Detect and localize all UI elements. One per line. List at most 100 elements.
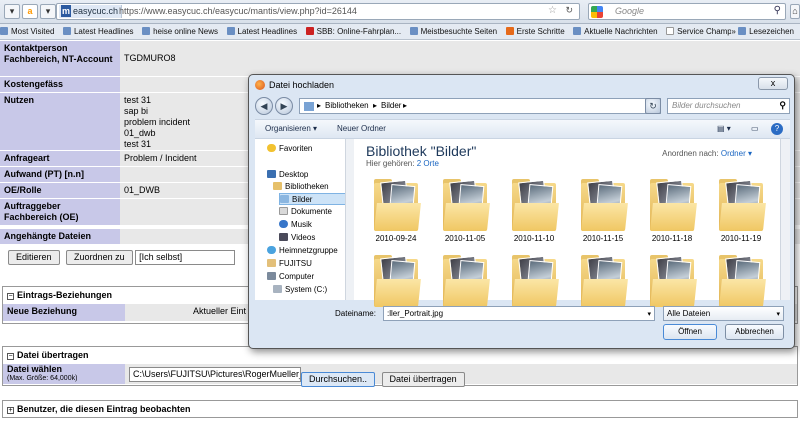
organize-button[interactable]: Organisieren ▾ [265, 124, 317, 133]
upload-size-note: (Max. Größe: 64,000k) [7, 375, 78, 382]
bookmark-item[interactable]: Most Visited [0, 24, 54, 39]
bookmark-item[interactable]: heise online News [142, 24, 218, 39]
field-label: Kontaktperson Fachbereich, NT-Account [0, 41, 120, 76]
open-button[interactable]: Öffnen [663, 324, 717, 340]
expand-icon[interactable]: + [7, 407, 14, 414]
refresh-icon[interactable]: ↻ [645, 98, 661, 114]
breadcrumb[interactable]: ▸ Bibliotheken ▸ Bilder ▸ ▾ [299, 98, 661, 114]
url-text[interactable]: https://www.easycuc.ch/easycuc/mantis/vi… [119, 6, 357, 16]
star-icon[interactable]: ☆ [548, 5, 557, 16]
bookmark-item[interactable]: Aktuelle Nachrichten [573, 24, 658, 39]
bookmark-item[interactable]: Latest Headlines [62, 24, 134, 39]
assignee-select[interactable]: [Ich selbst] [135, 250, 236, 265]
field-label: Kostengefäss [0, 77, 120, 92]
nav-user[interactable]: FUJITSU [267, 258, 312, 270]
reload-icon[interactable]: ↻ [565, 5, 573, 16]
nav-desktop[interactable]: Desktop [267, 169, 308, 181]
folder-icon [443, 255, 490, 307]
arrange-select[interactable]: Ordner ▾ [721, 149, 752, 158]
nav-videos[interactable]: Videos [279, 232, 315, 244]
bookmarks-bar: Most Visited Latest Headlines heise onli… [0, 24, 800, 40]
nav-homegroup[interactable]: Heimnetzgruppe [267, 245, 338, 257]
google-icon[interactable] [591, 6, 603, 18]
view-options-icon[interactable]: ▤ ▾ [717, 124, 731, 133]
field-label: Anfrageart [0, 151, 120, 166]
bookmark-item[interactable]: Meistbesuchte Seiten [409, 24, 497, 39]
nav-favorites[interactable]: Favoriten [267, 143, 312, 155]
nav-documents[interactable]: Dokumente [279, 206, 332, 218]
folder-label: 2010-09-24 [375, 234, 417, 243]
browse-button[interactable]: Durchsuchen.. [301, 372, 376, 387]
nav-pictures[interactable]: Bilder [279, 193, 349, 205]
close-button[interactable]: x [758, 77, 788, 90]
file-list-scrollbar[interactable] [780, 139, 790, 300]
library-title: Bibliothek "Bilder" [366, 143, 477, 159]
folder-icon [650, 179, 697, 231]
home-icon[interactable]: ⌂ [790, 4, 800, 19]
upload-section: − Datei übertragen Datei wählen (Max. Grö… [2, 346, 798, 387]
help-icon[interactable]: ? [771, 123, 783, 135]
bookmark-item[interactable]: » Lesezeichen [731, 24, 794, 39]
bookmark-menu-icon[interactable]: ▾ [4, 4, 20, 19]
folder-item[interactable]: 2010-11-15 [575, 179, 631, 249]
relation-label: Neue Beziehung [3, 304, 125, 321]
nav-scrollbar[interactable] [345, 139, 354, 300]
file-path-field[interactable]: C:\Users\FUJITSU\Pictures\RogerMueller_P [129, 367, 301, 382]
search-placeholder: Google [615, 6, 645, 16]
upload-submit-button[interactable]: Datei übertragen [381, 372, 465, 387]
site-identity[interactable]: easycuc.ch [59, 5, 123, 18]
assign-button[interactable]: Zuordnen zu [66, 250, 133, 265]
file-list: Bibliothek "Bilder" Hier gehören: 2 Orte… [354, 139, 790, 307]
firefox-icon [255, 80, 265, 90]
folder-item[interactable]: 2010-11-05 [437, 179, 493, 249]
search-box[interactable]: Google ⚲ [588, 3, 786, 20]
dialog-nav: ◀ ▶ ▸ Bibliotheken ▸ Bilder ▸ ▾ ↻ Bilder… [255, 95, 790, 117]
section-header[interactable]: − Datei übertragen [3, 347, 797, 364]
chevron-down-icon[interactable]: ▾ [647, 308, 651, 321]
issue-actions: Editieren Zuordnen zu [Ich selbst] [8, 250, 236, 265]
cancel-button[interactable]: Abbrechen [725, 324, 784, 340]
bookmark-item[interactable]: SBB: Online-Fahrplan... [305, 24, 401, 39]
search-icon[interactable]: ⚲ [779, 100, 786, 111]
field-label: Auftraggeber Fachbereich (OE) [0, 199, 120, 225]
filetype-select[interactable]: Alle Dateien ▾ [663, 306, 784, 321]
amazon-icon[interactable]: a [22, 4, 38, 19]
folder-item[interactable]: 2010-11-10 [506, 179, 562, 249]
folder-item[interactable]: 2010-11-18 [644, 179, 700, 249]
section-header[interactable]: + Benutzer, die diesen Eintrag beobachten [3, 401, 797, 418]
filename-input[interactable]: :ller_Portrait.jpg ▾ [383, 306, 655, 321]
dialog-title: Datei hochladen [255, 79, 334, 91]
back-icon[interactable]: ◀ [255, 97, 273, 115]
folder-item[interactable]: 2010-09-24 [368, 179, 424, 249]
bookmark-item[interactable]: Erste Schritte [505, 24, 565, 39]
folder-item[interactable]: 2010-11-19 [713, 179, 769, 249]
address-bar[interactable]: easycuc.ch https://www.easycuc.ch/easycu… [56, 3, 580, 20]
folder-icon [374, 255, 421, 307]
nav-drive-c[interactable]: System (C:) [273, 284, 327, 296]
forward-icon[interactable]: ▶ [275, 97, 293, 115]
collapse-icon[interactable]: − [7, 293, 14, 300]
search-icon[interactable]: ⚲ [774, 5, 781, 16]
field-value: TGDMURO8 [120, 41, 800, 76]
chevron-down-icon[interactable]: ▾ [776, 308, 780, 321]
dialog-search[interactable]: Bilder durchsuchen ⚲ [667, 98, 790, 114]
folder-icon [512, 179, 559, 231]
collapse-icon[interactable]: − [7, 353, 14, 360]
library-icon [304, 102, 314, 111]
dropdown-icon[interactable]: ▾ [40, 4, 56, 19]
filename-label: Dateiname: [335, 309, 376, 318]
nav-computer[interactable]: Computer [267, 271, 314, 283]
nav-libraries[interactable]: Bibliotheken [273, 181, 329, 193]
breadcrumb-item[interactable]: Bilder [381, 101, 401, 110]
new-folder-button[interactable]: Neuer Ordner [337, 124, 386, 133]
bookmark-item[interactable]: Latest Headlines [226, 24, 297, 39]
locations-link[interactable]: 2 Orte [417, 159, 439, 168]
folder-label: 2010-11-19 [720, 234, 762, 243]
folder-label: 2010-11-05 [444, 234, 486, 243]
navigation-pane: Favoriten Desktop Bibliotheken Bilder Do… [255, 139, 353, 300]
edit-button[interactable]: Editieren [8, 250, 60, 265]
breadcrumb-item[interactable]: Bibliotheken [325, 101, 369, 110]
nav-music[interactable]: Musik [279, 219, 312, 231]
preview-pane-icon[interactable]: ▭ [751, 124, 759, 133]
folder-icon [443, 179, 490, 231]
